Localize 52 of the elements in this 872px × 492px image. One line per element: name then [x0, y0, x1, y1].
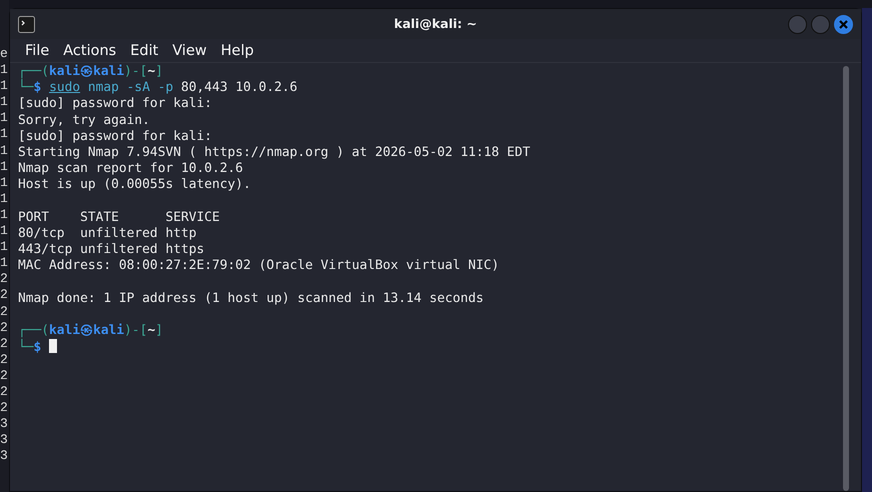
minimize-button[interactable]: [788, 14, 807, 34]
output-line: Starting Nmap 7.94SVN ( https://nmap.org ) at 2026-05-02 11:18 EDT: [18, 144, 532, 162]
menu-item[interactable]: File: [18, 40, 56, 62]
background-text: 2: [0, 271, 9, 288]
window-title: kali@kali: ~: [394, 14, 477, 33]
background-text: 1: [0, 62, 9, 78]
output-line: Sorry, try again.: [18, 112, 151, 129]
background-text: 1: [0, 142, 9, 159]
background-text: 1: [0, 174, 9, 191]
background-text: 2: [0, 287, 9, 304]
output-line: PORT STATE SERVICE: [18, 210, 221, 226]
command-line: └─$: [18, 340, 42, 356]
background-text: 1: [0, 206, 9, 224]
background-text: 2: [0, 368, 9, 384]
prompt-line: ┌──(kali㉿kali)-[~]: [18, 64, 163, 79]
background-text: 2: [0, 304, 9, 320]
output-line: Nmap done: 1 IP address (1 host up) scanned in 13.14 seconds: [18, 290, 485, 307]
output-line: [sudo] password for kali:: [18, 128, 214, 145]
background-text: 1: [0, 239, 9, 256]
command-line: └─$ sudo nmap -sA -p 80,443 10.0.2.6: [18, 80, 298, 96]
background-text: 1: [0, 94, 9, 110]
background-text: 2: [0, 352, 9, 368]
menu-item[interactable]: Actions: [56, 40, 124, 62]
background-text: 1: [0, 255, 9, 272]
background-text: 1: [0, 78, 9, 94]
close-button[interactable]: [834, 14, 853, 34]
prompt-line: ┌──(kali㉿kali)-[~]: [18, 323, 163, 338]
background-text: 2: [0, 384, 9, 400]
close-icon: [838, 18, 849, 30]
background-text: 2: [0, 336, 9, 352]
output-line: Nmap scan report for 10.0.2.6: [18, 161, 244, 178]
scrollbar[interactable]: [843, 66, 849, 491]
background-text: 1: [0, 126, 9, 143]
menu-item[interactable]: View: [165, 40, 214, 62]
background-text: 3: [0, 416, 9, 432]
background-text: 1: [0, 110, 9, 126]
background-text: 1: [0, 190, 9, 207]
background-text: 1: [0, 158, 9, 175]
menu-item[interactable]: Edit: [123, 40, 166, 62]
output-line: 80/tcp unfiltered http: [18, 226, 198, 242]
background-text: 2: [0, 320, 9, 336]
background-text: 1: [0, 223, 9, 240]
output-line: [sudo] password for kali:: [18, 96, 214, 113]
output-line: 443/tcp unfiltered https: [18, 242, 206, 258]
background-text: 2: [0, 400, 9, 416]
background-text: e: [0, 46, 9, 62]
menu-item[interactable]: Help: [214, 40, 261, 62]
terminal-icon: [18, 16, 35, 32]
background-text: 3: [0, 448, 9, 464]
output-line: MAC Address: 08:00:27:2E:79:02 (Oracle VirtualBox virtual NIC): [18, 258, 500, 274]
output-line: Host is up (0.00055s latency).: [18, 177, 252, 194]
background-text: 3: [0, 432, 9, 448]
